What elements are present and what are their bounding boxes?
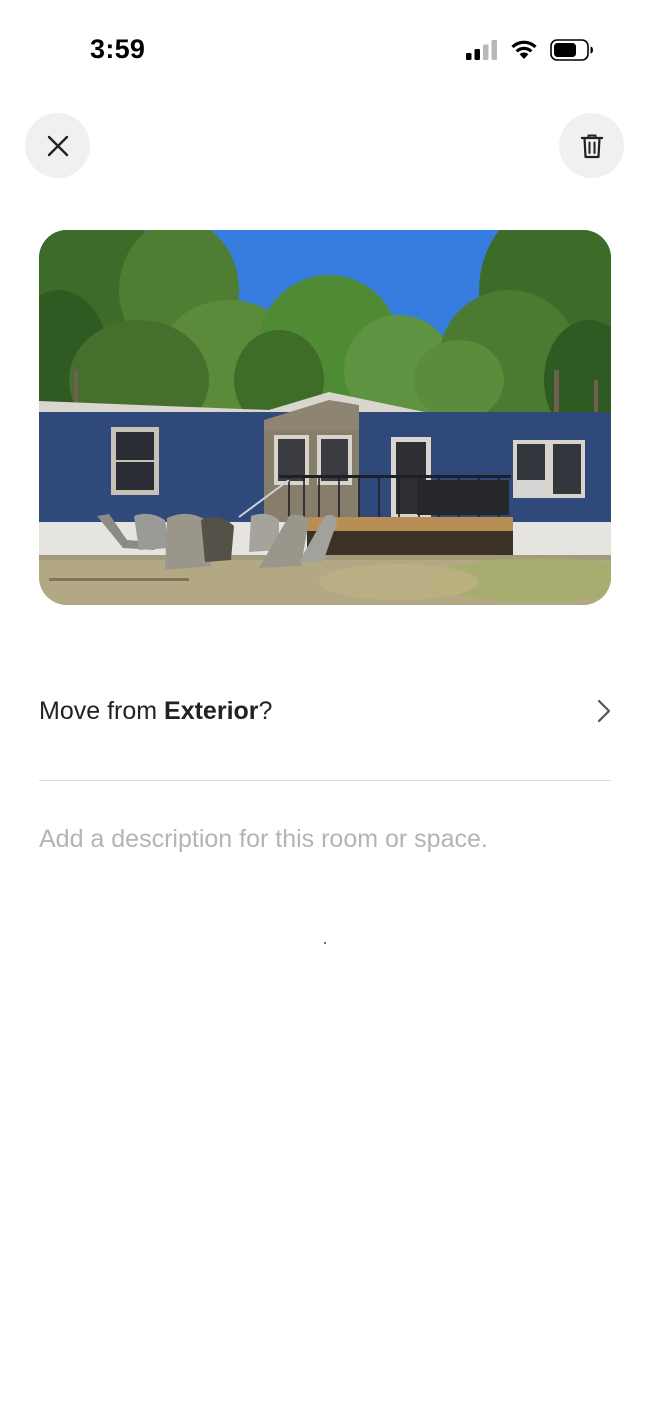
close-icon	[47, 135, 68, 156]
move-from-room-row[interactable]: Move from Exterior?	[39, 680, 611, 742]
status-time: 3:59	[90, 34, 146, 64]
description-input[interactable]	[39, 825, 611, 945]
battery-icon	[550, 38, 594, 66]
status-icons	[466, 38, 594, 66]
move-from-label: Move from Exterior?	[39, 697, 272, 726]
wifi-icon	[510, 39, 538, 65]
photo-edit-screen: 3:59 Move from Exterior? Add a descripti…	[0, 0, 650, 1413]
move-from-suffix: ?	[258, 696, 273, 725]
delete-photo-button[interactable]	[559, 113, 624, 178]
move-from-prefix: Move from	[39, 696, 165, 725]
exterior-house-photo	[39, 230, 611, 605]
close-button[interactable]	[25, 113, 90, 178]
trash-icon	[580, 134, 603, 158]
cursor-dot	[324, 942, 326, 944]
chevron-right-icon	[597, 699, 611, 723]
divider	[39, 780, 611, 781]
cellular-signal-icon	[466, 39, 498, 65]
current-room-name: Exterior	[164, 696, 259, 725]
